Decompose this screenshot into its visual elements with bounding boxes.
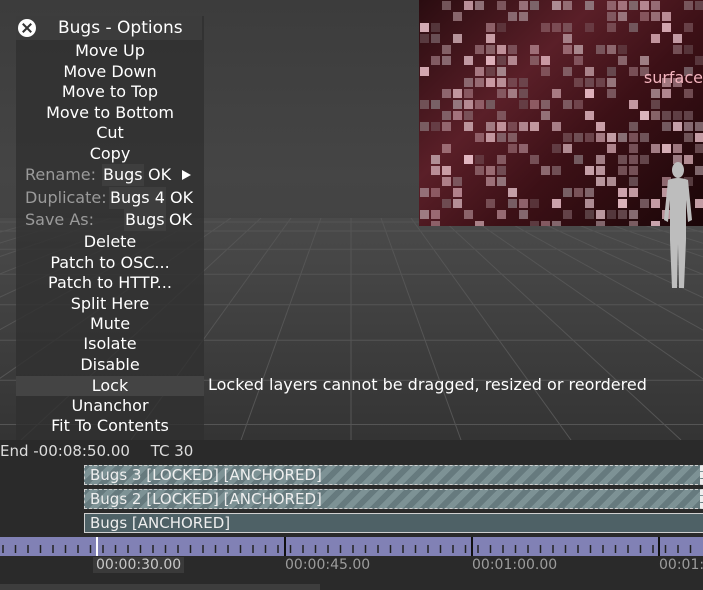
delete-item[interactable]: Delete <box>16 232 204 252</box>
menu-title-bar: Bugs - Options <box>16 16 202 40</box>
rename-row: Rename: Bugs OK <box>16 164 204 186</box>
lock-tooltip: Locked layers cannot be dragged, resized… <box>208 375 647 394</box>
split-here-item[interactable]: Split Here <box>16 294 204 314</box>
time-label: 00:01:00.00 <box>472 557 558 573</box>
save-as-ok-button[interactable]: OK <box>169 209 192 231</box>
surface-label: surface <box>643 68 703 87</box>
save-as-input[interactable]: Bugs <box>124 209 166 231</box>
track-bugs[interactable]: Bugs [ANCHORED] <box>84 513 703 533</box>
track-bugs-3[interactable]: Bugs 3 [LOCKED] [ANCHORED] <box>84 465 703 485</box>
track-bugs-2[interactable]: Bugs 2 [LOCKED] [ANCHORED] <box>84 489 703 509</box>
unanchor-item[interactable]: Unanchor <box>16 396 204 416</box>
menu-title: Bugs - Options <box>58 18 183 38</box>
patch-osc-item[interactable]: Patch to OSC... <box>16 253 204 273</box>
status-bar: End -00:08:50.00 TC 30 <box>0 442 209 460</box>
move-to-bottom-item[interactable]: Move to Bottom <box>16 103 204 123</box>
duplicate-label: Duplicate: <box>25 188 107 207</box>
person-silhouette-icon <box>664 162 692 288</box>
disable-item[interactable]: Disable <box>16 355 204 375</box>
rename-label: Rename: <box>25 165 97 184</box>
layer-options-menu: Bugs - Options Move Up Move Down Move to… <box>16 16 204 440</box>
move-down-item[interactable]: Move Down <box>16 62 204 82</box>
submenu-arrow-icon[interactable] <box>182 170 191 180</box>
cut-item[interactable]: Cut <box>16 123 204 143</box>
rename-ok-button[interactable]: OK <box>148 164 171 186</box>
isolate-item[interactable]: Isolate <box>16 334 204 354</box>
timeline-scrollbar[interactable] <box>0 584 320 590</box>
mute-item[interactable]: Mute <box>16 314 204 334</box>
close-icon[interactable] <box>18 19 36 37</box>
move-to-top-item[interactable]: Move to Top <box>16 82 204 102</box>
lock-item[interactable]: Lock <box>16 376 204 396</box>
patch-http-item[interactable]: Patch to HTTP... <box>16 273 204 293</box>
save-as-row: Save As: Bugs OK <box>16 209 204 231</box>
move-up-item[interactable]: Move Up <box>16 41 204 61</box>
end-time: End -00:08:50.00 <box>0 442 130 460</box>
fit-to-contents-item[interactable]: Fit To Contents <box>16 416 204 436</box>
duplicate-row: Duplicate: Bugs 4 OK <box>16 187 204 209</box>
copy-item[interactable]: Copy <box>16 144 204 164</box>
rename-input[interactable]: Bugs <box>102 164 144 186</box>
duplicate-input[interactable]: Bugs 4 <box>109 187 166 209</box>
playhead-time[interactable]: 00:00:30.00 <box>93 557 185 573</box>
timeline-ruler[interactable] <box>0 537 703 556</box>
tc-value: TC 30 <box>150 442 194 460</box>
time-label: 00:01: <box>659 557 703 573</box>
ruler-ticks <box>2 537 692 556</box>
save-as-label: Save As: <box>25 210 95 229</box>
duplicate-ok-button[interactable]: OK <box>170 187 193 209</box>
time-label: 00:00:45.00 <box>285 557 371 573</box>
